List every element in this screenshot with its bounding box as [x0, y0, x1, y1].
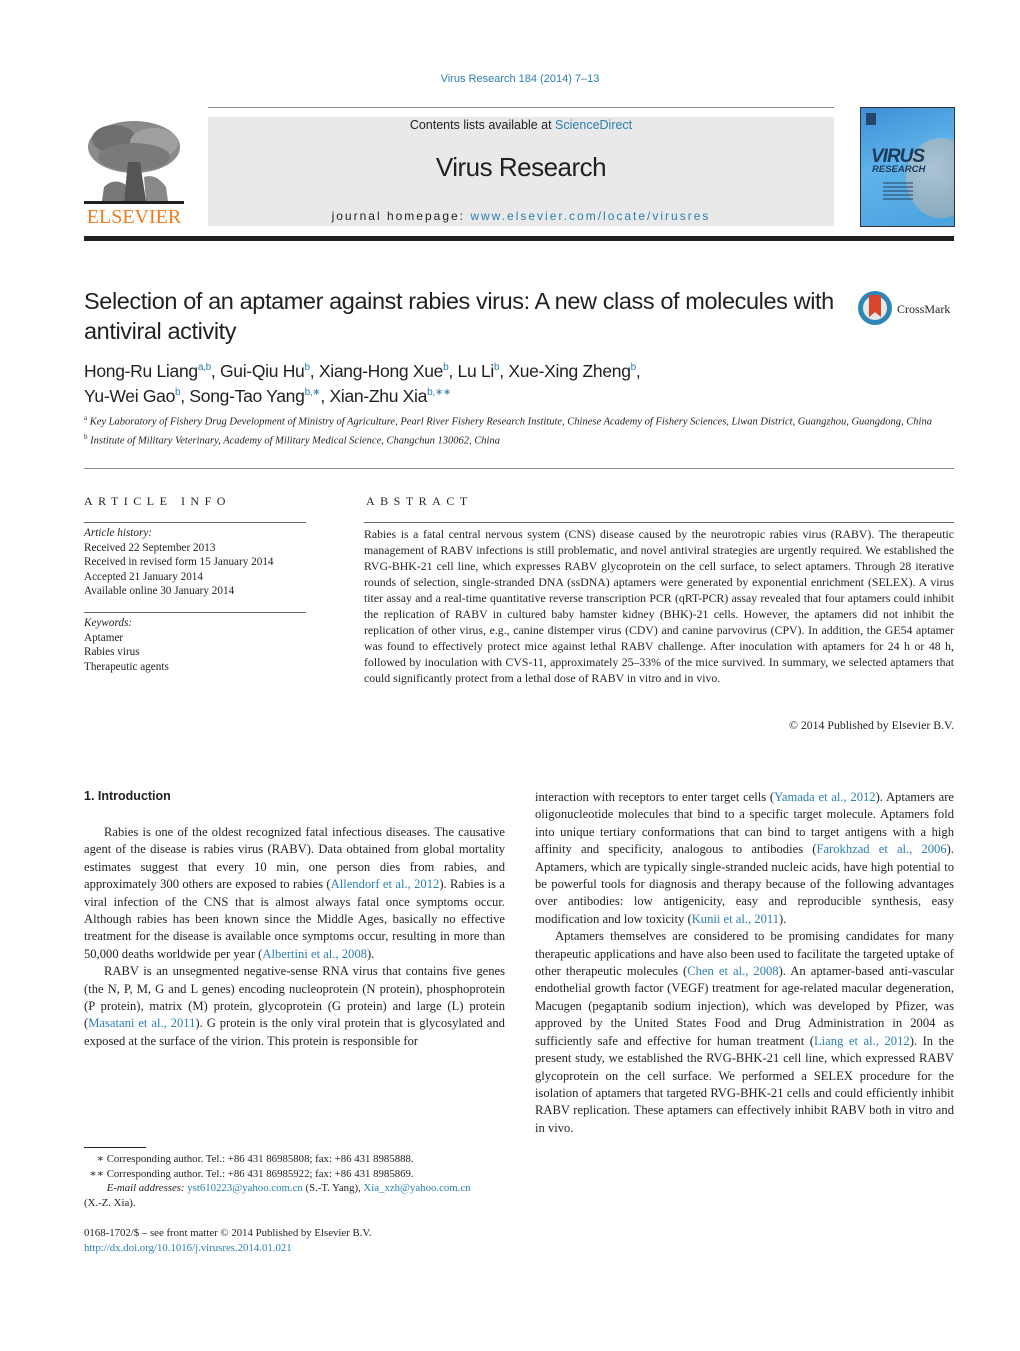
journal-homepage-link[interactable]: www.elsevier.com/locate/virusres — [470, 209, 710, 223]
body-paragraph: interaction with receptors to enter targ… — [535, 789, 954, 928]
crossmark-button[interactable]: CrossMark — [858, 291, 958, 331]
footnotes: ∗ Corresponding author. Tel.: +86 431 86… — [84, 1152, 509, 1210]
history-received: Received 22 September 2013 — [84, 541, 216, 554]
body-column-left: Rabies is one of the oldest recognized f… — [84, 824, 505, 1050]
homepage-prefix: journal homepage: — [331, 209, 471, 223]
affiliation-mark: a — [84, 414, 88, 422]
article-title: Selection of an aptamer against rabies v… — [84, 288, 834, 344]
author-name: Xue-Xing Zheng — [508, 361, 631, 381]
email-owner-xia: (X.-Z. Xia). — [84, 1196, 136, 1209]
front-matter: 0168-1702/$ – see front matter © 2014 Pu… — [84, 1226, 509, 1255]
author-affiliation-mark[interactable]: b — [175, 387, 181, 398]
keyword: Aptamer — [84, 631, 124, 644]
sciencedirect-link[interactable]: ScienceDirect — [555, 118, 632, 132]
author-name: Gui-Qiu Hu — [219, 361, 305, 381]
abstract-copyright: © 2014 Published by Elsevier B.V. — [788, 718, 954, 732]
affiliation-text: Institute of Military Veterinary, Academ… — [90, 435, 500, 447]
keyword: Rabies virus — [84, 646, 140, 658]
author-list: Hong-Ru Lianga,b, Gui-Qiu Hub, Xiang-Hon… — [84, 361, 641, 406]
history-online: Available online 30 January 2014 — [84, 585, 235, 597]
affiliation-b: b Institute of Military Veterinary, Acad… — [84, 430, 944, 449]
footnote-emails: E-mail addresses: yst610223@yahoo.com.cn… — [84, 1181, 509, 1210]
affiliations: a Key Laboratory of Fishery Drug Develop… — [84, 411, 944, 449]
email-owner-yang: (S.-T. Yang), — [302, 1182, 364, 1194]
citation-link[interactable]: Kunii et al., 2011 — [692, 912, 779, 926]
paragraph-text: ). In the present study, we established … — [535, 1033, 955, 1135]
journal-cover-image: VIRUS RESEARCH — [860, 107, 955, 227]
footnote-rule — [84, 1147, 146, 1148]
affiliation-a: a Key Laboratory of Fishery Drug Develop… — [84, 411, 944, 430]
history-revised: Received in revised form 15 January 2014 — [84, 556, 274, 568]
citation-link[interactable]: Albertini et al., 2008 — [262, 947, 367, 961]
author-name: Xian-Zhu Xia — [329, 386, 428, 406]
footnote-corresponding-2: ∗∗ Corresponding author. Tel.: +86 431 8… — [84, 1167, 509, 1182]
author-affiliation-mark[interactable]: b,∗∗ — [427, 387, 451, 398]
journal-citation-link[interactable]: Virus Research 184 (2014) 7–13 — [0, 73, 1020, 85]
abstract-text: Rabies is a fatal central nervous system… — [364, 527, 954, 685]
author-affiliation-mark[interactable]: b — [305, 362, 311, 373]
section-divider — [84, 468, 954, 469]
body-paragraph: Rabies is one of the oldest recognized f… — [84, 824, 505, 963]
contents-line: Contents lists available at ScienceDirec… — [208, 118, 834, 132]
author-name: Song-Tao Yang — [189, 386, 305, 406]
contents-prefix: Contents lists available at — [409, 118, 556, 132]
keywords-rule — [84, 612, 306, 613]
crossmark-label: CrossMark — [897, 302, 951, 316]
author-affiliation-mark[interactable]: b — [443, 362, 449, 373]
email-label: E-mail addresses: — [106, 1182, 185, 1194]
abstract-heading: ABSTRACT — [366, 494, 473, 508]
author-name: Hong-Ru Liang — [84, 361, 198, 381]
author-name: Yu-Wei Gao — [84, 386, 176, 406]
footnote-mark: ∗∗ — [89, 1167, 104, 1180]
body-paragraph: Aptamers themselves are considered to be… — [535, 928, 954, 1137]
keywords: Keywords: Aptamer Rabies virus Therapeut… — [84, 616, 306, 674]
author-affiliation-mark[interactable]: b,∗ — [305, 387, 321, 398]
abstract-rule — [364, 522, 954, 523]
journal-name: Virus Research — [435, 152, 607, 182]
email-link-yang[interactable]: yst610223@yahoo.com.cn — [187, 1182, 303, 1194]
footnote-text: Corresponding author. Tel.: +86 431 8698… — [106, 1167, 414, 1180]
body-paragraph: RABV is an unsegmented negative-sense RN… — [84, 963, 505, 1050]
doi-link[interactable]: http://dx.doi.org/10.1016/j.virusres.201… — [84, 1241, 509, 1256]
citation-link[interactable]: Allendorf et al., 2012 — [331, 877, 440, 891]
cover-text-lines — [883, 180, 913, 202]
citation-link[interactable]: Chen et al., 2008 — [687, 964, 778, 978]
cover-publisher-mark-icon — [866, 113, 876, 125]
citation-link[interactable]: Liang et al., 2012 — [814, 1034, 910, 1048]
body-column-right: interaction with receptors to enter targ… — [535, 789, 954, 1137]
citation-link[interactable]: Masatani et al., 2011 — [88, 1016, 195, 1030]
author-affiliation-mark[interactable]: b — [494, 362, 500, 373]
paragraph-text: ). — [366, 946, 375, 961]
keyword: Therapeutic agents — [84, 660, 169, 673]
citation-link[interactable]: Farokhzad et al., 2006 — [816, 842, 946, 856]
journal-homepage-line: journal homepage: www.elsevier.com/locat… — [208, 209, 834, 223]
citation-link[interactable]: Yamada et al., 2012 — [774, 790, 876, 804]
footnote-corresponding-1: ∗ Corresponding author. Tel.: +86 431 86… — [84, 1152, 509, 1167]
issn-line: 0168-1702/$ – see front matter © 2014 Pu… — [84, 1227, 372, 1239]
history-label: Article history: — [84, 527, 153, 539]
header-thick-rule — [84, 236, 954, 241]
article-info-rule — [84, 522, 306, 523]
affiliation-mark: b — [84, 433, 88, 441]
elsevier-wordmark: ELSEVIER — [86, 206, 182, 228]
section-heading-introduction: 1. Introduction — [84, 789, 171, 803]
footnote-text: Corresponding author. Tel.: +86 431 8698… — [106, 1153, 414, 1165]
cover-subtitle: RESEARCH — [872, 164, 926, 175]
keywords-label: Keywords: — [84, 617, 133, 629]
author-affiliation-mark[interactable]: b — [631, 362, 637, 373]
header-divider — [208, 107, 834, 108]
email-link-xia[interactable]: Xia_xzh@yahoo.com.cn — [363, 1182, 470, 1194]
author-name: Lu Li — [457, 361, 495, 381]
paragraph-text: ). — [779, 911, 787, 926]
article-history: Article history: Received 22 September 2… — [84, 526, 306, 599]
article-info-heading: ARTICLE INFO — [84, 494, 231, 508]
history-accepted: Accepted 21 January 2014 — [84, 570, 203, 583]
affiliation-text: Key Laboratory of Fishery Drug Developme… — [89, 416, 932, 428]
author-name: Xiang-Hong Xue — [318, 361, 444, 381]
paragraph-text: interaction with receptors to enter targ… — [535, 790, 775, 804]
author-affiliation-mark[interactable]: a,b — [198, 362, 211, 373]
footnote-mark: ∗ — [96, 1153, 104, 1165]
